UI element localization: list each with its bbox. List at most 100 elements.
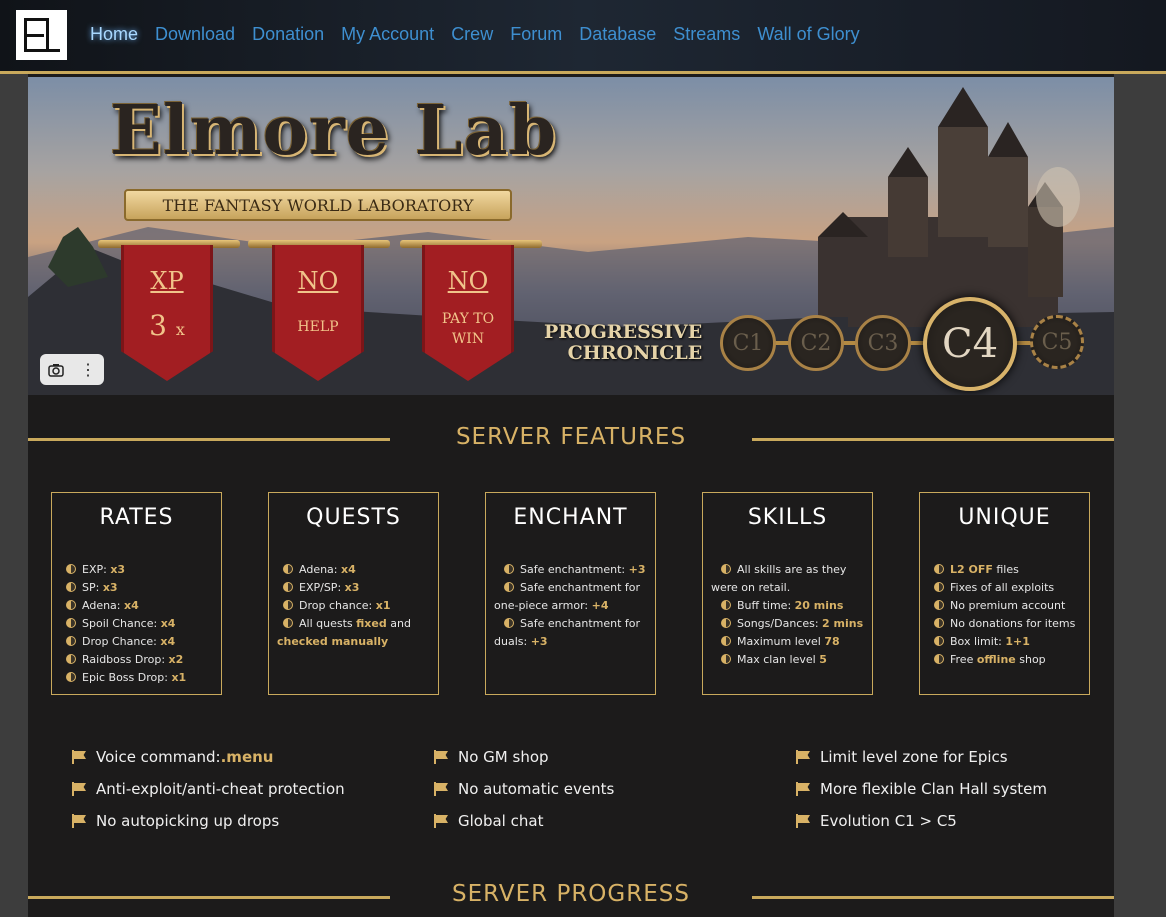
chronicle-c1: C1 [720, 315, 776, 371]
half-circle-icon [66, 672, 76, 682]
nav-link-my-account[interactable]: My Account [341, 24, 434, 45]
half-circle-icon [934, 636, 944, 646]
list-item: EXP: x3 [60, 561, 215, 579]
extra-feature-item: No automatic events [434, 780, 614, 798]
list-item: Buff time: 20 mins [711, 597, 866, 615]
screenshot-toolbar: ⋮ [40, 354, 104, 385]
half-circle-icon [66, 636, 76, 646]
half-circle-icon [504, 582, 514, 592]
list-item: Drop Chance: x4 [60, 633, 215, 651]
section-divider-right [752, 896, 1114, 899]
flag-icon [434, 814, 449, 828]
half-circle-icon [66, 582, 76, 592]
list-item: Spoil Chance: x4 [60, 615, 215, 633]
banner-no-help-bottom: HELP [297, 319, 339, 335]
list-item: All skills are as they [711, 561, 866, 579]
half-circle-icon [66, 564, 76, 574]
list-item: Drop chance: x1 [277, 597, 432, 615]
hero-subtitle-plate: THE FANTASY WORLD LABORATORY [124, 189, 512, 221]
banner-xp-value: 3 x [149, 309, 185, 342]
flag-icon [72, 750, 87, 764]
half-circle-icon [721, 654, 731, 664]
card-body: EXP: x3 SP: x3 Adena: x4 Spoil Chance: x… [60, 561, 215, 687]
half-circle-icon [283, 618, 293, 628]
half-circle-icon [721, 636, 731, 646]
flag-icon [796, 750, 811, 764]
nav-links: Home Download Donation My Account Crew F… [90, 24, 877, 45]
list-item: Raidboss Drop: x2 [60, 651, 215, 669]
list-item: Epic Boss Drop: x1 [60, 669, 215, 687]
nav-link-home[interactable]: Home [90, 24, 138, 45]
chronicle-c5: C5 [1030, 315, 1084, 369]
list-item: Adena: x4 [60, 597, 215, 615]
list-item: L2 OFF files [928, 561, 1083, 579]
top-navbar: Home Download Donation My Account Crew F… [0, 0, 1166, 74]
list-item: SP: x3 [60, 579, 215, 597]
page: Home Download Donation My Account Crew F… [0, 0, 1166, 917]
list-item: No donations for items [928, 615, 1083, 633]
left-gutter [0, 0, 28, 917]
chronicle-c4-current: C4 [923, 297, 1017, 391]
list-item: Maximum level 78 [711, 633, 866, 651]
half-circle-icon [504, 618, 514, 628]
extra-feature-item: Anti-exploit/anti-cheat protection [72, 780, 345, 798]
extra-feature-item: No autopicking up drops [72, 812, 279, 830]
card-title: RATES [99, 505, 174, 530]
banner-no-p2w-bottom: PAY TO WIN [441, 311, 495, 347]
list-item: Adena: x4 [277, 561, 432, 579]
extra-feature-item: No GM shop [434, 748, 549, 766]
nav-link-streams[interactable]: Streams [673, 24, 740, 45]
nav-link-wall-of-glory[interactable]: Wall of Glory [757, 24, 859, 45]
half-circle-icon [721, 600, 731, 610]
flag-icon [72, 814, 87, 828]
nav-link-download[interactable]: Download [155, 24, 235, 45]
hero-banner: Elmore Lab THE FANTASY WORLD LABORATORY … [28, 77, 1114, 395]
nav-link-crew[interactable]: Crew [451, 24, 493, 45]
flag-icon [72, 782, 87, 796]
more-vertical-icon[interactable]: ⋮ [72, 354, 104, 385]
half-circle-icon [934, 600, 944, 610]
nav-link-donation[interactable]: Donation [252, 24, 324, 45]
hero-subtitle: THE FANTASY WORLD LABORATORY [162, 195, 474, 215]
extra-feature-item: More flexible Clan Hall system [796, 780, 1047, 798]
chronicle-c3: C3 [855, 315, 911, 371]
nav-link-forum[interactable]: Forum [510, 24, 562, 45]
half-circle-icon [66, 618, 76, 628]
list-item: Safe enchantment: +3 [494, 561, 649, 579]
half-circle-icon [283, 582, 293, 592]
banner-no-p2w-top: NO [447, 267, 489, 295]
half-circle-icon [934, 654, 944, 664]
hero-title: Elmore Lab [110, 91, 558, 171]
card-title: UNIQUE [958, 505, 1051, 530]
half-circle-icon [721, 564, 731, 574]
half-circle-icon [934, 564, 944, 574]
site-logo[interactable] [16, 10, 67, 60]
extra-feature-item: Limit level zone for Epics [796, 748, 1008, 766]
list-item-continuation: one-piece armor: +4 [494, 599, 609, 612]
list-item-continuation: duals: +3 [494, 635, 548, 648]
flag-icon [434, 782, 449, 796]
right-gutter [1114, 0, 1166, 917]
card-body: L2 OFF files Fixes of all exploits No pr… [928, 561, 1083, 669]
camera-icon[interactable] [40, 354, 72, 385]
half-circle-icon [66, 654, 76, 664]
feature-card-enchant: ENCHANT Safe enchantment: +3 Safe enchan… [485, 492, 656, 695]
feature-card-skills: SKILLS All skills are as they were on re… [702, 492, 873, 695]
list-item: EXP/SP: x3 [277, 579, 432, 597]
extra-feature-item: Global chat [434, 812, 543, 830]
half-circle-icon [66, 600, 76, 610]
progressive-chronicle-label: PROGRESSIVE CHRONICLE [544, 321, 703, 364]
flag-icon [796, 814, 811, 828]
extra-feature-item: Evolution C1 > C5 [796, 812, 957, 830]
feature-card-rates: RATES EXP: x3 SP: x3 Adena: x4 Spoil Cha… [51, 492, 222, 695]
list-item: Free offline shop [928, 651, 1083, 669]
nav-link-database[interactable]: Database [579, 24, 656, 45]
extra-feature-item: Voice command: .menu [72, 748, 273, 766]
list-item: Fixes of all exploits [928, 579, 1083, 597]
half-circle-icon [934, 618, 944, 628]
half-circle-icon [283, 600, 293, 610]
section-divider-right [752, 438, 1114, 441]
server-features-title: SERVER FEATURES [455, 424, 687, 450]
list-item: Box limit: 1+1 [928, 633, 1083, 651]
banner-xp-top: XP [150, 267, 184, 295]
